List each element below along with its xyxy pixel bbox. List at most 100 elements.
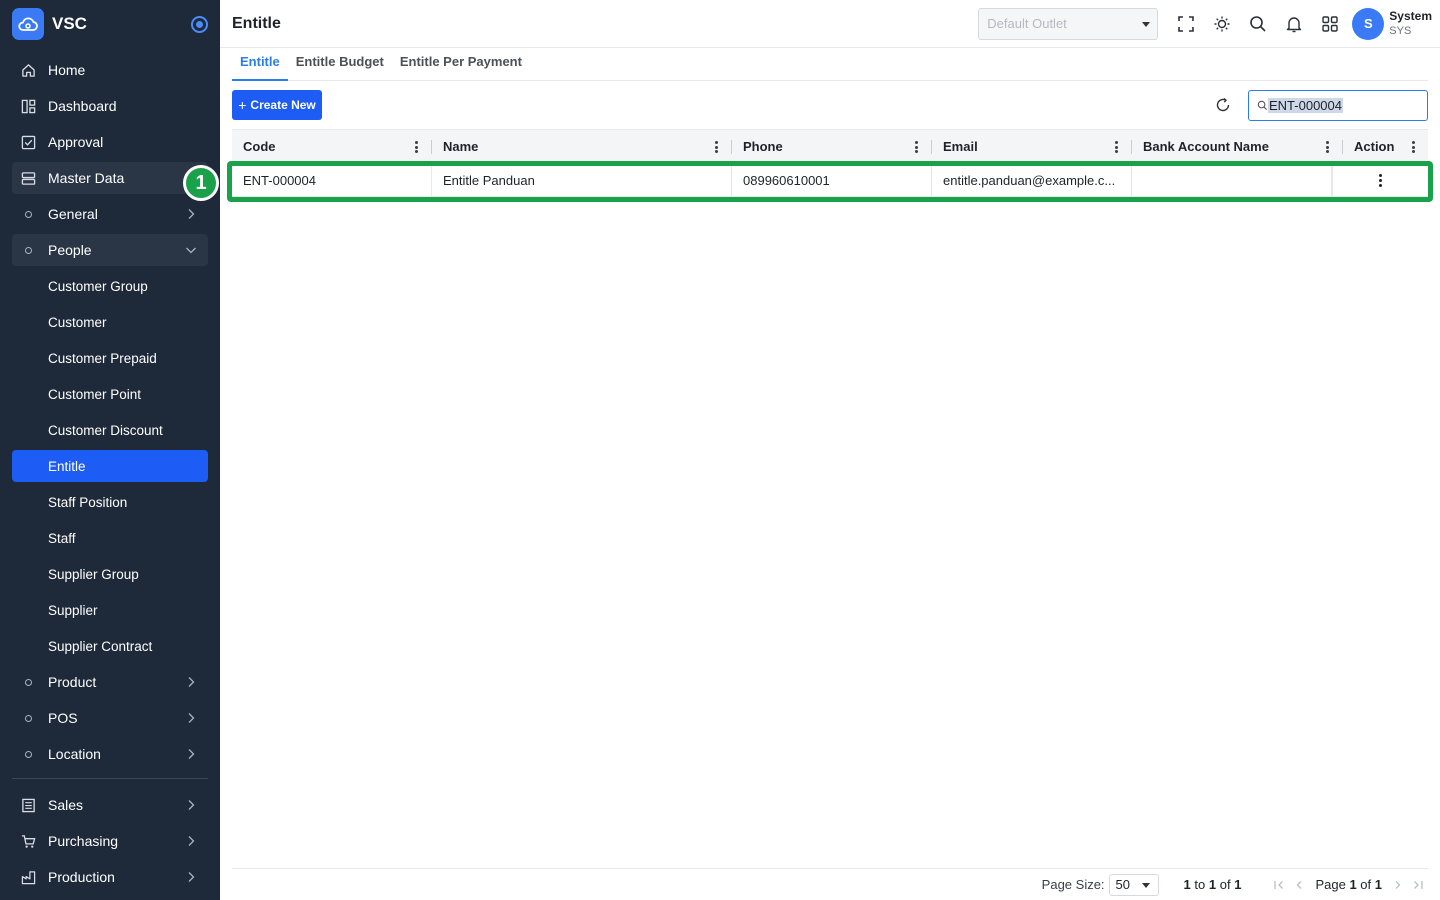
- column-menu-icon[interactable]: [714, 141, 718, 153]
- refresh-icon[interactable]: [1211, 93, 1235, 117]
- page-total: 1: [1374, 877, 1382, 892]
- circle-icon: [20, 206, 36, 222]
- column-label: Email: [943, 138, 978, 154]
- range-total: 1: [1234, 877, 1242, 892]
- data-grid: Code Name Phone Email Bank Account Name …: [232, 129, 1428, 869]
- sidebar-item-home[interactable]: Home: [12, 54, 208, 86]
- tab-entitle[interactable]: Entitle: [232, 48, 288, 81]
- sidebar-item-customer-point[interactable]: Customer Point: [12, 378, 208, 410]
- column-header-email[interactable]: Email: [932, 130, 1132, 162]
- sidebar-item-label: Purchasing: [48, 833, 119, 849]
- column-header-code[interactable]: Code: [232, 130, 432, 162]
- sidebar-item-label: Approval: [48, 134, 104, 150]
- tab-entitle-per-payment[interactable]: Entitle Per Payment: [392, 48, 530, 81]
- sidebar-item-entitle[interactable]: Entitle: [12, 450, 208, 482]
- sidebar-item-label: POS: [48, 710, 78, 726]
- sidebar-item-people[interactable]: People: [12, 234, 208, 266]
- create-new-label: Create New: [250, 98, 316, 112]
- sidebar-item-label: Supplier: [48, 602, 98, 618]
- page-indicator: Page 1 of 1: [1315, 877, 1382, 892]
- last-page-icon[interactable]: [1408, 875, 1428, 895]
- column-header-name[interactable]: Name: [432, 130, 732, 162]
- chevron-right-icon: [188, 209, 195, 219]
- previous-page-icon[interactable]: [1289, 875, 1309, 895]
- search-input[interactable]: ENT-000004: [1268, 98, 1343, 113]
- grid-header: Code Name Phone Email Bank Account Name …: [232, 129, 1428, 163]
- chevron-right-icon: [188, 749, 195, 759]
- sidebar-divider: [12, 778, 208, 779]
- sidebar-item-label: Supplier Group: [48, 566, 139, 582]
- column-menu-icon[interactable]: [1325, 141, 1329, 153]
- sidebar-item-customer-prepaid[interactable]: Customer Prepaid: [12, 342, 208, 374]
- search-field[interactable]: ENT-000004: [1248, 90, 1428, 121]
- page-size-label: Page Size:: [1041, 877, 1105, 892]
- brand: VSC: [0, 0, 220, 48]
- sidebar-item-staff[interactable]: Staff: [12, 522, 208, 554]
- search-icon[interactable]: [1240, 6, 1276, 42]
- sidebar-item-supplier-contract[interactable]: Supplier Contract: [12, 630, 208, 662]
- page-of-label: of: [1360, 877, 1372, 892]
- circle-icon: [20, 710, 36, 726]
- sidebar-item-label: General: [48, 206, 98, 222]
- sidebar-item-label: Customer Discount: [48, 422, 163, 438]
- column-header-phone[interactable]: Phone: [732, 130, 932, 162]
- apps-grid-icon[interactable]: [1312, 6, 1348, 42]
- sidebar-item-supplier[interactable]: Supplier: [12, 594, 208, 626]
- create-new-button[interactable]: + Create New: [232, 90, 322, 120]
- column-header-bank-account-name[interactable]: Bank Account Name: [1132, 130, 1343, 162]
- sidebar-item-sales[interactable]: Sales: [12, 789, 208, 821]
- user-menu[interactable]: S System SYS: [1352, 7, 1432, 40]
- sidebar-item-general[interactable]: General: [12, 198, 208, 230]
- column-label: Bank Account Name: [1143, 138, 1269, 154]
- sidebar-item-product[interactable]: Product: [12, 666, 208, 698]
- chevron-down-icon: [186, 247, 196, 254]
- column-menu-icon[interactable]: [1114, 141, 1118, 153]
- fullscreen-icon[interactable]: [1168, 6, 1204, 42]
- range-to: 1: [1208, 877, 1217, 892]
- sidebar-item-label: Customer Group: [48, 278, 148, 294]
- search-icon: [1257, 100, 1268, 111]
- sidebar-item-label: Customer Prepaid: [48, 350, 157, 366]
- chevron-right-icon: [188, 677, 195, 687]
- sidebar-item-supplier-group[interactable]: Supplier Group: [12, 558, 208, 590]
- column-label: Action: [1354, 138, 1395, 154]
- production-icon: [20, 869, 36, 885]
- cloud-logo-icon: [12, 8, 44, 40]
- sidebar-item-customer[interactable]: Customer: [12, 306, 208, 338]
- sidebar-item-purchasing[interactable]: Purchasing: [12, 825, 208, 857]
- sidebar-item-label: Entitle: [48, 458, 86, 474]
- tab-entitle-budget[interactable]: Entitle Budget: [288, 48, 392, 81]
- home-icon: [20, 62, 36, 78]
- page-current: 1: [1349, 877, 1357, 892]
- first-page-icon[interactable]: [1269, 875, 1289, 895]
- sidebar-item-label: Customer: [48, 314, 107, 330]
- column-menu-icon[interactable]: [914, 141, 918, 153]
- column-menu-icon[interactable]: [414, 141, 418, 153]
- column-header-action[interactable]: Action: [1343, 130, 1428, 162]
- row-highlight-box: [227, 161, 1433, 202]
- sidebar-item-customer-group[interactable]: Customer Group: [12, 270, 208, 302]
- next-page-icon[interactable]: [1388, 875, 1408, 895]
- sidebar-item-dashboard[interactable]: Dashboard: [12, 90, 208, 122]
- sidebar-item-location[interactable]: Location: [12, 738, 208, 770]
- sidebar-item-pos[interactable]: POS: [12, 702, 208, 734]
- sidebar-item-customer-discount[interactable]: Customer Discount: [12, 414, 208, 446]
- page-size-select[interactable]: 50: [1108, 873, 1159, 896]
- sidebar-toggle-icon[interactable]: [191, 15, 208, 33]
- column-label: Name: [443, 138, 479, 154]
- sidebar-item-staff-position[interactable]: Staff Position: [12, 486, 208, 518]
- dashboard-icon: [20, 98, 36, 114]
- outlet-select[interactable]: Default Outlet: [978, 7, 1159, 40]
- sidebar-item-label: Staff Position: [48, 494, 128, 510]
- column-menu-icon[interactable]: [1411, 141, 1415, 153]
- circle-icon: [20, 674, 36, 690]
- column-label: Phone: [743, 138, 783, 154]
- circle-icon: [20, 242, 36, 258]
- bell-icon[interactable]: [1276, 6, 1312, 42]
- sidebar-item-master-data[interactable]: Master Data: [12, 162, 208, 194]
- chevron-right-icon: [188, 836, 195, 846]
- theme-sun-icon[interactable]: [1204, 6, 1240, 42]
- sidebar-item-approval[interactable]: Approval: [12, 126, 208, 158]
- sidebar-item-production[interactable]: Production: [12, 861, 208, 893]
- pagination-bar: Page Size: 50 1 to 1 of 1 Page 1 of 1: [232, 868, 1428, 900]
